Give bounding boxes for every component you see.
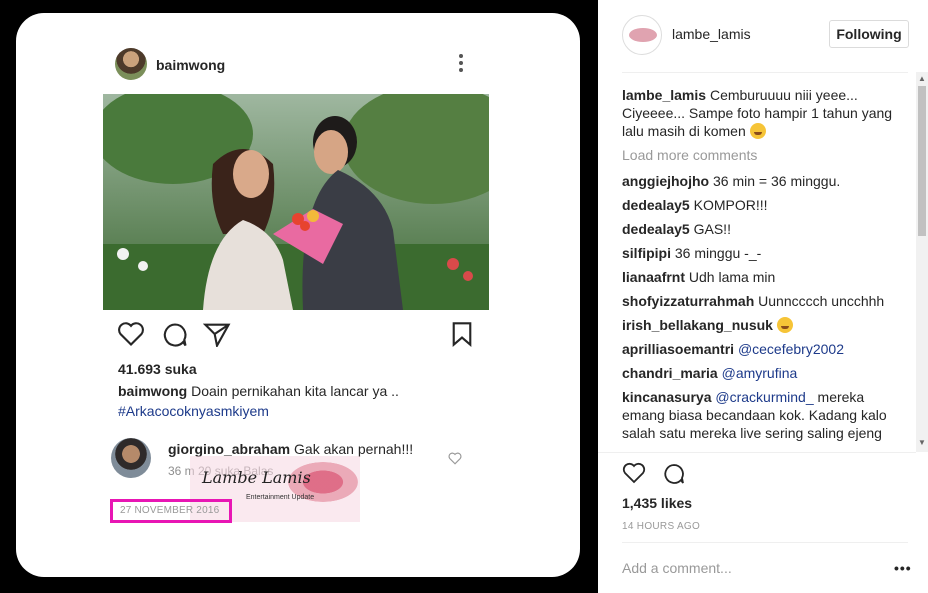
caption-text: Doain pernikahan kita lancar ya ..: [191, 383, 399, 399]
scroll-up-icon[interactable]: ▲: [918, 74, 926, 83]
list-item: lianaafrnt Udh lama min: [622, 268, 908, 286]
comment-mention[interactable]: @crackurmind_: [715, 389, 813, 405]
post-photo: [103, 94, 489, 310]
scrollbar-thumb[interactable]: [918, 86, 926, 236]
avatar[interactable]: [111, 438, 151, 478]
avatar[interactable]: [622, 15, 662, 55]
list-item: dedealay5 KOMPOR!!!: [622, 196, 908, 214]
share-icon[interactable]: [203, 321, 231, 347]
heart-icon[interactable]: [622, 462, 646, 484]
comment-text: GAS!!: [693, 221, 731, 237]
watermark-title: Lambe Lamis: [202, 468, 311, 487]
comment-username[interactable]: lianaafrnt: [622, 269, 685, 285]
list-item: kincanasurya @crackurmind_ mereka emang …: [622, 388, 908, 442]
scroll-down-icon[interactable]: ▼: [918, 438, 926, 447]
divider: [622, 72, 908, 73]
comment-username[interactable]: dedealay5: [622, 221, 690, 237]
post-actions: [117, 321, 473, 349]
comment-username[interactable]: chandri_maria: [622, 365, 718, 381]
watermark-subtitle: Entertainment Update: [246, 494, 315, 501]
caption-hashtag[interactable]: #Arkacocoknyasmkiyem: [118, 403, 269, 419]
comment-text: Gak akan pernah!!!: [294, 441, 414, 457]
comment-text: 36 min = 36 minggu.: [713, 173, 841, 189]
caption-username[interactable]: lambe_lamis: [622, 87, 706, 103]
list-item: silfipipi 36 minggu -_-: [622, 244, 908, 262]
list-item: aprilliasoemantri @cecefebry2002: [622, 340, 908, 358]
post-caption: baimwong Doain pernikahan kita lancar ya…: [118, 383, 518, 399]
post-header: baimwong: [115, 48, 495, 82]
comment-text: Udh lama min: [688, 269, 776, 285]
divider: [598, 452, 916, 453]
caption-username[interactable]: baimwong: [118, 383, 187, 399]
comment-username[interactable]: anggiejhojho: [622, 173, 709, 189]
comment-username[interactable]: silfipipi: [622, 245, 671, 261]
list-item: shofyizzaturrahmah Uunncccch uncchhh: [622, 292, 908, 310]
comment-username[interactable]: irish_bellakang_nusuk: [622, 317, 773, 333]
more-options-icon[interactable]: •••: [894, 560, 912, 576]
load-more-comments-link[interactable]: Load more comments: [622, 146, 908, 164]
avatar[interactable]: [115, 48, 147, 80]
panel-header: lambe_lamis Following: [598, 0, 928, 72]
post-username[interactable]: baimwong: [156, 57, 225, 73]
post-date: 27 NOVEMBER 2016: [120, 505, 220, 516]
following-button[interactable]: Following: [829, 20, 909, 48]
screenshot-backdrop: baimwong 41.693 suka baimwong Doain pern…: [0, 0, 598, 593]
comment-username[interactable]: giorgino_abraham: [168, 441, 290, 457]
list-item: chandri_maria @amyrufina: [622, 364, 908, 382]
comment-username[interactable]: kincanasurya: [622, 389, 712, 405]
list-item: irish_bellakang_nusuk: [622, 316, 908, 334]
emoji-icon: [776, 317, 793, 333]
post-side-panel: lambe_lamis Following lambe_lamis Cembur…: [598, 0, 928, 593]
post-likes-count: 41.693 suka: [118, 361, 197, 377]
comment-username[interactable]: aprilliasoemantri: [622, 341, 734, 357]
comment-mention[interactable]: @cecefebry2002: [738, 341, 844, 357]
heart-icon[interactable]: [117, 321, 145, 347]
comment-mention[interactable]: @amyrufina: [722, 365, 798, 381]
comment-username[interactable]: dedealay5: [622, 197, 690, 213]
bookmark-icon[interactable]: [451, 321, 473, 347]
panel-username[interactable]: lambe_lamis: [672, 26, 751, 42]
comment-username[interactable]: shofyizzaturrahmah: [622, 293, 754, 309]
heart-icon[interactable]: [448, 452, 462, 465]
comment-text: KOMPOR!!!: [693, 197, 768, 213]
comments-scrollbar[interactable]: ▲ ▼: [916, 72, 928, 452]
kebab-icon[interactable]: [459, 54, 463, 72]
likes-count[interactable]: 1,435 likes: [622, 495, 692, 511]
divider: [622, 542, 908, 543]
add-comment-input[interactable]: Add a comment...: [622, 560, 732, 576]
comment-icon[interactable]: [161, 321, 189, 349]
emoji-icon: [749, 123, 766, 139]
comment-icon[interactable]: [662, 462, 686, 486]
list-item: dedealay5 GAS!!: [622, 220, 908, 238]
comment-text: Uunncccch uncchhh: [758, 293, 885, 309]
comments-list: lambe_lamis Cemburuuuu niii yeee... Ciye…: [622, 86, 908, 450]
panel-actions: [622, 462, 702, 486]
embedded-post-card: baimwong 41.693 suka baimwong Doain pern…: [16, 13, 580, 577]
post-timestamp[interactable]: 14 HOURS AGO: [622, 521, 700, 532]
post-comment: giorgino_abraham Gak akan pernah!!!: [168, 441, 413, 457]
panel-caption: lambe_lamis Cemburuuuu niii yeee... Ciye…: [622, 86, 908, 140]
comment-text: 36 minggu -_-: [674, 245, 762, 261]
list-item: anggiejhojho 36 min = 36 minggu.: [622, 172, 908, 190]
